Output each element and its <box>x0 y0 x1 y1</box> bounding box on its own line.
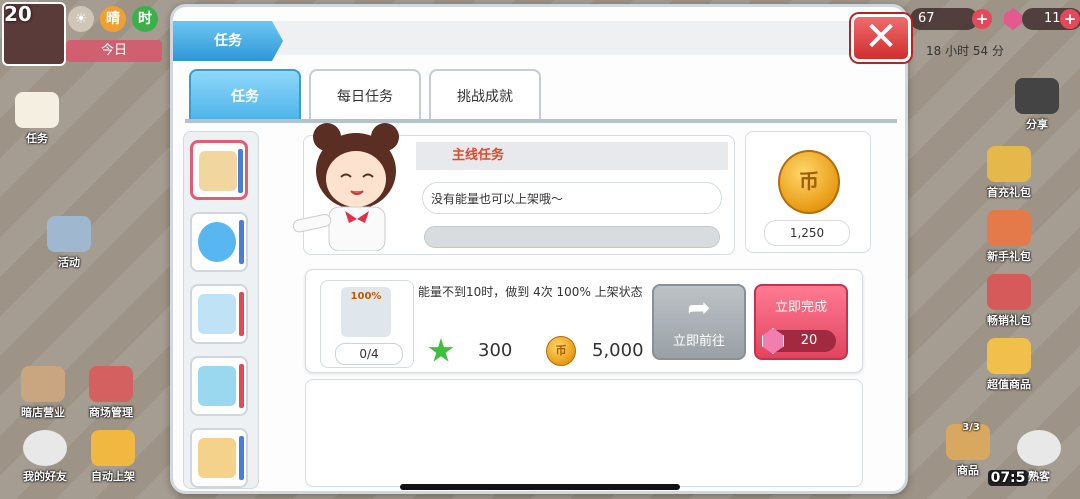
guide-character <box>293 123 399 251</box>
event-timer: 18 小时 54 分 <box>926 44 1004 58</box>
category-indicator <box>239 292 244 336</box>
stock-box-icon <box>198 294 236 334</box>
coin-icon: 币 <box>546 336 576 366</box>
clerk-icon <box>198 366 236 406</box>
newbie-gift-button[interactable]: 新手礼包 <box>980 210 1038 264</box>
sun-icon: ☀ <box>68 6 94 32</box>
tab-daily-tasks[interactable]: 每日任务 <box>309 69 421 119</box>
side-event-button[interactable]: 活动 <box>44 216 94 270</box>
gift-icon <box>987 146 1031 182</box>
close-button[interactable]: ✕ <box>851 14 911 62</box>
task-description: 能量不到10时，做到 4次 100% 上架状态 <box>418 285 643 299</box>
complete-cost: 20 <box>762 328 836 354</box>
coin-reward-value: 5,000 <box>592 340 644 361</box>
add-gem-button[interactable]: + <box>1060 9 1080 29</box>
gem-icon <box>762 328 784 354</box>
customer-coin-icon <box>198 222 236 262</box>
add-energy-button[interactable]: + <box>972 9 992 29</box>
player-hud: 20 ☀ 晴 时 今日 <box>0 0 170 66</box>
category-indicator <box>239 220 244 264</box>
upgrade-arrow-icon <box>198 438 236 478</box>
task-icon-box: 100% 0/4 <box>320 280 414 368</box>
side-mall-button[interactable]: 商场管理 <box>78 366 144 420</box>
bestseller-gift-button[interactable]: 畅销礼包 <box>980 274 1038 328</box>
home-indicator[interactable] <box>400 484 680 490</box>
calendar-icon <box>47 216 91 252</box>
task-list-empty-area <box>305 379 863 487</box>
store-icon <box>89 366 133 402</box>
quest-header: 主线任务 <box>416 142 728 170</box>
exp-reward-value: 300 <box>478 340 513 361</box>
dialog-title: 任务 <box>173 21 283 61</box>
category-item-shelf-100[interactable] <box>190 140 248 200</box>
tab-divider <box>185 119 897 123</box>
friend-icon <box>23 430 67 466</box>
camera-icon <box>1015 78 1059 114</box>
customer-icon <box>1017 430 1061 466</box>
task-dialog: 任务 ✕ 任务 每日任务 挑战成就 主线任务 没有能量也可以上架哦～ 币 1,2… <box>170 4 911 494</box>
arrow-right-icon: ➦ <box>687 291 711 324</box>
side-task-button[interactable]: 任务 <box>12 92 62 146</box>
smile <box>350 190 364 195</box>
share-button[interactable]: 分享 <box>1012 78 1062 132</box>
category-item-clerk[interactable] <box>190 356 248 416</box>
value-goods-button[interactable]: 超值商品 <box>980 338 1038 392</box>
quest-progress-bar <box>424 226 720 248</box>
coin-icon: 币 <box>778 150 840 214</box>
go-now-button[interactable]: ➦ 立即前往 <box>652 284 746 360</box>
category-indicator <box>238 149 243 193</box>
clock-readout: 07:5 <box>988 470 1028 486</box>
category-item-stock[interactable] <box>190 284 248 344</box>
task-row: 100% 0/4 能量不到10时，做到 4次 100% 上架状态 300 币 5… <box>305 269 863 373</box>
exp-star-icon <box>428 338 454 362</box>
reward-panel: 币 1,250 <box>745 131 871 253</box>
waving-arm <box>293 214 332 233</box>
tab-achievements[interactable]: 挑战成就 <box>429 69 541 119</box>
goods-bag-icon <box>987 338 1031 374</box>
quest-speech-bubble: 没有能量也可以上架哦～ <box>422 182 722 214</box>
clipboard-icon <box>15 92 59 128</box>
clear-weather-icon: 晴 <box>100 6 126 32</box>
energy-value: 67 <box>910 8 978 30</box>
category-indicator <box>239 436 244 480</box>
side-shop-button[interactable]: 暗店营业 <box>14 366 72 420</box>
category-indicator <box>239 364 244 408</box>
complete-now-button[interactable]: 立即完成 20 <box>754 284 848 360</box>
category-item-upgrade[interactable] <box>190 428 248 488</box>
shopkeeper-icon <box>21 366 65 402</box>
task-category-list <box>183 131 259 489</box>
player-level: 20 <box>4 2 32 26</box>
category-item-customer-coin[interactable] <box>190 212 248 272</box>
reward-amount: 1,250 <box>764 220 850 246</box>
gem-icon <box>1004 8 1022 30</box>
today-label: 今日 <box>66 40 162 62</box>
tab-tasks[interactable]: 任务 <box>189 69 301 119</box>
close-icon: ✕ <box>864 14 898 60</box>
side-friends-button[interactable]: 我的好友 <box>16 430 74 484</box>
task-progress-count: 0/4 <box>335 343 403 365</box>
shelf-full-icon: 100% <box>341 287 391 337</box>
side-auto-shelf-button[interactable]: 自动上架 <box>84 430 142 484</box>
first-recharge-gift-button[interactable]: 首充礼包 <box>980 146 1038 200</box>
time-icon: 时 <box>132 6 158 32</box>
shelf-full-icon <box>199 151 237 191</box>
shirt <box>328 206 386 251</box>
shelf-count: 3/3 <box>962 422 980 433</box>
face <box>326 151 386 207</box>
gift-box-icon <box>987 274 1031 310</box>
treasure-chest-icon <box>987 210 1031 246</box>
auto-shelf-icon <box>91 430 135 466</box>
